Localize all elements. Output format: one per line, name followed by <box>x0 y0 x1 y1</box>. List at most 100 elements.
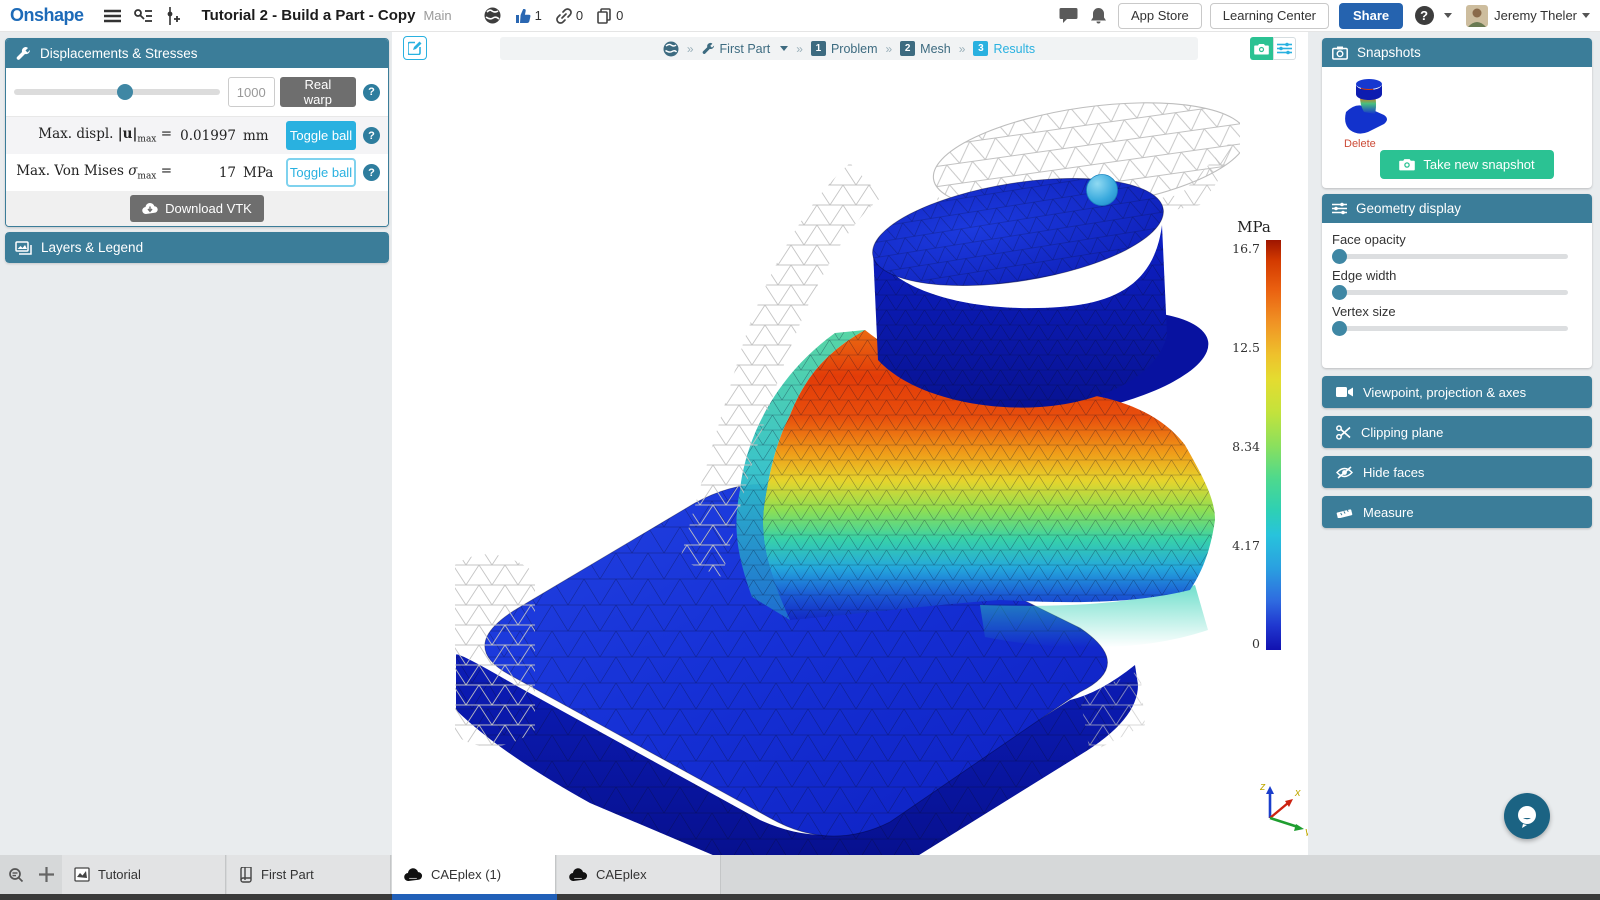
edge-width-slider[interactable] <box>1332 290 1568 295</box>
step-badge: 2 <box>900 41 915 56</box>
top-bar: Onshape Tutorial 2 - Build a Part - Copy… <box>0 0 1600 32</box>
screenshot-button[interactable] <box>1250 37 1273 60</box>
von-mises-help-icon[interactable]: ? <box>363 164 380 181</box>
add-tab-icon[interactable] <box>38 866 55 883</box>
help-caret-icon <box>1444 13 1452 18</box>
breadcrumb-step-results[interactable]: 3 Results <box>973 41 1035 56</box>
likes-indicator[interactable]: 1 <box>515 8 542 24</box>
avatar[interactable] <box>1466 5 1488 27</box>
step-label: Problem <box>831 42 878 56</box>
warp-slider-thumb[interactable] <box>117 84 133 100</box>
visibility-indicator[interactable] <box>484 7 501 24</box>
hamburger-menu-icon[interactable] <box>102 5 124 27</box>
geometry-panel-header[interactable]: Geometry display <box>1322 194 1592 223</box>
chat-launcher[interactable] <box>1504 793 1550 839</box>
viewpoint-button-label: Viewpoint, projection & axes <box>1363 385 1526 400</box>
vertex-size-thumb[interactable] <box>1332 321 1347 336</box>
app-store-button[interactable]: App Store <box>1118 3 1202 29</box>
hide-faces-button[interactable]: Hide faces <box>1322 456 1592 488</box>
viewpoint-button[interactable]: Viewpoint, projection & axes <box>1322 376 1592 408</box>
notifications-icon[interactable] <box>1088 5 1110 27</box>
colorbar-tick: 0 <box>1204 636 1260 651</box>
camera-icon <box>1399 158 1415 171</box>
tab-label: Tutorial <box>98 867 141 882</box>
step-label-active: Results <box>993 42 1035 56</box>
snapshots-panel-header[interactable]: Snapshots <box>1322 38 1592 67</box>
von-mises-unit: MPa <box>236 165 276 181</box>
max-displacement-row: Max. displ. |u|max = 0.01997 mm Toggle b… <box>6 117 388 154</box>
download-vtk-button[interactable]: Download VTK <box>130 195 264 222</box>
colorbar-unit: MPa <box>1228 218 1280 236</box>
hide-faces-button-label: Hide faces <box>1363 465 1424 480</box>
edit-pencil-icon <box>408 41 422 55</box>
real-warp-button[interactable]: Real warp <box>280 77 356 107</box>
link-icon <box>556 8 572 24</box>
display-options-button[interactable] <box>1273 37 1296 60</box>
thumbs-up-icon <box>515 8 531 24</box>
toggle-ball-von-mises-button[interactable]: Toggle ball <box>286 158 356 187</box>
tab-caeplex-1[interactable]: CAEplex (1) <box>392 855 556 894</box>
user-name[interactable]: Jeremy Theler <box>1494 8 1577 23</box>
tab-tutorial[interactable]: Tutorial <box>62 855 226 894</box>
geometry-display-panel: Geometry display Face opacity Edge width… <box>1322 194 1592 368</box>
breadcrumb: » First Part » 1 Problem » 2 Mesh » 3 Re… <box>500 37 1198 60</box>
colorbar-tick: 12.5 <box>1204 340 1260 355</box>
part-studio-tab-icon <box>239 867 253 883</box>
snapshots-panel-title: Snapshots <box>1357 45 1421 60</box>
3d-viewport[interactable]: » First Part » 1 Problem » 2 Mesh » 3 Re… <box>392 32 1308 855</box>
ruler-icon <box>1336 507 1353 518</box>
links-indicator[interactable]: 0 <box>556 8 583 24</box>
versions-icon[interactable] <box>132 5 154 27</box>
warp-help-icon[interactable]: ? <box>363 84 380 101</box>
chat-icon <box>1515 804 1539 828</box>
tab-first-part[interactable]: First Part <box>227 855 391 894</box>
clipping-plane-button[interactable]: Clipping plane <box>1322 416 1592 448</box>
link-count: 0 <box>576 8 583 23</box>
svg-text:z: z <box>1259 781 1266 793</box>
take-snapshot-button[interactable]: Take new snapshot <box>1380 150 1554 179</box>
max-displacement-ball[interactable] <box>1087 175 1118 206</box>
comments-icon[interactable] <box>1058 5 1080 27</box>
measure-button[interactable]: Measure <box>1322 496 1592 528</box>
face-opacity-slider[interactable] <box>1332 254 1568 259</box>
tab-label: CAEplex (1) <box>431 867 501 882</box>
layers-panel-header[interactable]: Layers & Legend <box>5 232 389 263</box>
warp-slider[interactable] <box>14 89 220 95</box>
fea-model[interactable] <box>440 85 1240 855</box>
snapshot-delete-link[interactable]: Delete <box>1344 138 1376 150</box>
max-displacement-unit: mm <box>236 128 276 144</box>
copies-indicator[interactable]: 0 <box>597 8 623 24</box>
tab-manager-icon[interactable] <box>8 867 28 883</box>
snapshot-thumbnail[interactable] <box>1342 72 1392 136</box>
learning-center-button[interactable]: Learning Center <box>1210 3 1329 29</box>
share-button[interactable]: Share <box>1339 3 1403 29</box>
part-caret-icon <box>780 46 788 51</box>
globe-icon[interactable] <box>663 41 679 57</box>
displacements-panel-header[interactable]: Displacements & Stresses <box>6 39 388 68</box>
onshape-logo: Onshape <box>10 5 84 26</box>
warp-value-input[interactable] <box>228 77 275 107</box>
tab-caeplex[interactable]: CAEplex <box>557 855 721 894</box>
caeplex-cloud-icon <box>569 867 588 882</box>
breadcrumb-step-problem[interactable]: 1 Problem <box>811 41 878 56</box>
help-menu[interactable]: ? <box>1413 5 1435 27</box>
insert-version-icon[interactable] <box>162 5 184 27</box>
breadcrumb-part[interactable]: First Part <box>702 42 789 56</box>
vertex-size-slider[interactable] <box>1332 326 1568 331</box>
edge-width-thumb[interactable] <box>1332 285 1347 300</box>
toggle-ball-displacement-button[interactable]: Toggle ball <box>286 121 356 150</box>
vertex-size-label: Vertex size <box>1332 304 1592 319</box>
von-mises-label: Max. Von Mises σmax = <box>14 163 172 182</box>
edit-button[interactable] <box>403 36 427 60</box>
breadcrumb-step-mesh[interactable]: 2 Mesh <box>900 41 951 56</box>
active-tab-underline <box>392 894 557 900</box>
colorbar-tick: 16.7 <box>1204 241 1260 256</box>
wrench-icon <box>702 42 715 55</box>
camera-icon <box>1254 43 1269 55</box>
step-badge-active: 3 <box>973 41 988 56</box>
face-opacity-thumb[interactable] <box>1332 249 1347 264</box>
displacement-help-icon[interactable]: ? <box>363 127 380 144</box>
wrench-icon <box>16 46 31 61</box>
displacements-panel-title: Displacements & Stresses <box>40 46 198 61</box>
scissors-icon <box>1336 425 1351 440</box>
